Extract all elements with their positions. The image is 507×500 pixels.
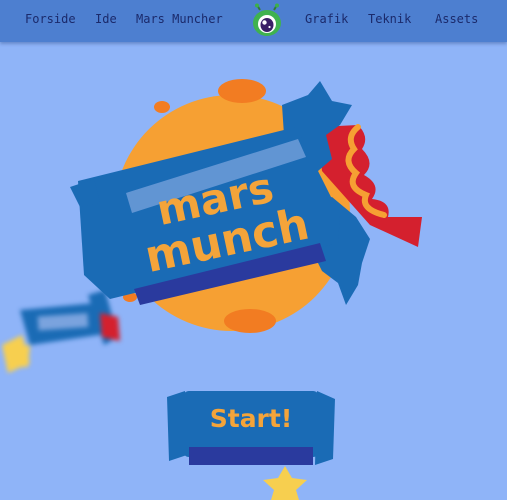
nav-link-mars-muncher[interactable]: Mars Muncher <box>136 12 223 26</box>
top-navigation: Forside Ide Mars Muncher Grafik Teknik A… <box>0 0 507 42</box>
start-button-label: Start! <box>210 404 293 433</box>
start-button[interactable]: Start! <box>163 387 339 471</box>
star-icon <box>263 466 307 500</box>
nav-link-grafik[interactable]: Grafik <box>305 12 348 26</box>
alien-logo-icon[interactable] <box>251 3 283 37</box>
nav-link-assets[interactable]: Assets <box>435 12 478 26</box>
mars-munch-hero-logo: mars munch <box>70 79 422 333</box>
nav-link-ide[interactable]: Ide <box>95 12 117 26</box>
nav-link-forside[interactable]: Forside <box>25 12 76 26</box>
nav-link-teknik[interactable]: Teknik <box>368 12 411 26</box>
